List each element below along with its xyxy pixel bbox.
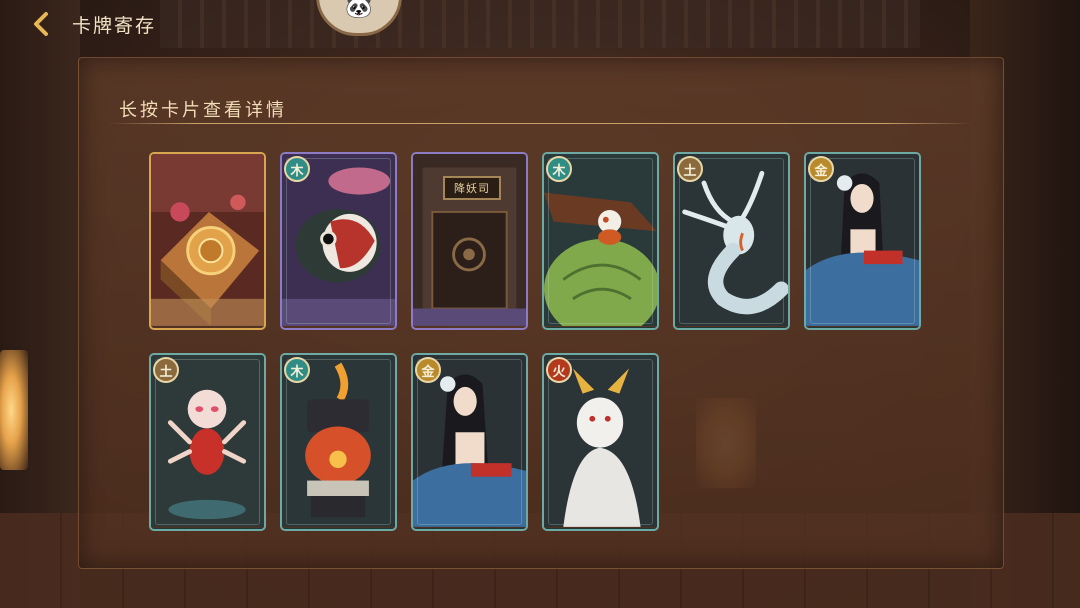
element-badge-wood: 木 [546, 156, 572, 182]
element-badge-wood: 木 [284, 357, 310, 383]
card-7[interactable]: 木 [280, 353, 397, 531]
chevron-left-icon [34, 12, 48, 36]
element-badge-metal: 金 [415, 357, 441, 383]
gate-plaque: 降妖司 [443, 176, 501, 200]
card-2[interactable]: 降妖司 [411, 152, 528, 330]
card-art-compass [151, 154, 264, 326]
page-title: 卡牌寄存 [72, 15, 157, 37]
element-badge-wood: 木 [284, 156, 310, 182]
lantern-left [0, 350, 28, 470]
element-badge-metal: 金 [808, 156, 834, 182]
card-6[interactable]: 土 [149, 353, 266, 531]
card-9[interactable]: 火 [542, 353, 659, 531]
panel-divider [107, 123, 973, 124]
element-badge-fire: 火 [546, 357, 572, 383]
panel-instruction: 长按卡片查看详情 [119, 100, 287, 121]
element-badge-earth: 土 [677, 156, 703, 182]
card-8[interactable]: 金 [411, 353, 528, 531]
card-4[interactable]: 土 [673, 152, 790, 330]
card-0[interactable] [149, 152, 266, 330]
header-bar: 卡牌寄存 [0, 0, 300, 48]
card-3[interactable]: 木 [542, 152, 659, 330]
card-5[interactable]: 金 [804, 152, 921, 330]
card-1[interactable]: 木 [280, 152, 397, 330]
element-badge-earth: 土 [153, 357, 179, 383]
card-storage-panel: 长按卡片查看详情 木 降妖司 木 土 金 土 木 金 火 [78, 57, 1004, 569]
back-button[interactable] [26, 8, 58, 40]
